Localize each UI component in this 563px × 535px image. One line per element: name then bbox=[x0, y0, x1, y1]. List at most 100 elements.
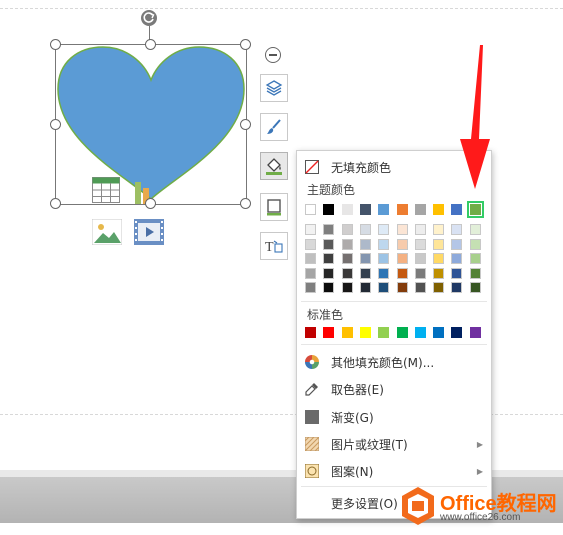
color-swatch[interactable] bbox=[433, 282, 445, 293]
video-icon[interactable] bbox=[134, 219, 164, 245]
color-swatch[interactable] bbox=[359, 204, 371, 215]
color-swatch[interactable] bbox=[378, 253, 390, 264]
resize-handle-tl[interactable] bbox=[50, 39, 61, 50]
color-swatch[interactable] bbox=[378, 238, 390, 250]
gradient-item[interactable]: 渐变(G) bbox=[297, 404, 491, 430]
rotate-line bbox=[149, 26, 150, 40]
color-swatch[interactable] bbox=[433, 238, 445, 250]
color-swatch[interactable] bbox=[414, 327, 426, 338]
submenu-arrow-icon: ▶ bbox=[476, 439, 483, 449]
color-swatch[interactable] bbox=[378, 327, 390, 338]
color-swatch[interactable] bbox=[396, 282, 408, 293]
rotate-handle[interactable] bbox=[141, 10, 157, 26]
color-swatch[interactable] bbox=[359, 253, 371, 264]
color-swatch[interactable] bbox=[451, 267, 463, 279]
color-swatch[interactable] bbox=[414, 224, 426, 235]
color-swatch[interactable] bbox=[305, 253, 316, 264]
other-fill-color-item[interactable]: 其他填充颜色(M)... bbox=[297, 349, 491, 375]
color-swatch[interactable] bbox=[433, 327, 445, 338]
color-swatch[interactable] bbox=[305, 282, 316, 293]
color-swatch[interactable] bbox=[341, 267, 353, 279]
picture-icon[interactable] bbox=[92, 219, 122, 245]
color-swatch[interactable] bbox=[396, 267, 408, 279]
pattern-item[interactable]: 图案(N) ▶ bbox=[297, 458, 491, 484]
color-swatch[interactable] bbox=[359, 327, 371, 338]
eyedropper-item[interactable]: 取色器(E) bbox=[297, 376, 491, 402]
layers-button[interactable] bbox=[260, 74, 288, 102]
color-swatch[interactable] bbox=[469, 238, 481, 250]
color-swatch[interactable] bbox=[396, 238, 408, 250]
office-logo-icon bbox=[402, 487, 434, 525]
color-swatch[interactable] bbox=[451, 282, 463, 293]
color-wheel-icon bbox=[305, 355, 319, 369]
color-swatch[interactable] bbox=[396, 253, 408, 264]
color-swatch[interactable] bbox=[341, 327, 353, 338]
color-swatch[interactable] bbox=[469, 224, 481, 235]
color-swatch[interactable] bbox=[378, 204, 390, 215]
color-swatch[interactable] bbox=[451, 224, 463, 235]
color-swatch[interactable] bbox=[305, 204, 316, 215]
color-swatch[interactable] bbox=[451, 238, 463, 250]
color-swatch[interactable] bbox=[378, 282, 390, 293]
color-swatch[interactable] bbox=[433, 224, 445, 235]
color-swatch[interactable] bbox=[305, 238, 316, 250]
color-swatch[interactable] bbox=[323, 267, 335, 279]
fill-button[interactable] bbox=[260, 152, 288, 180]
color-swatch[interactable] bbox=[359, 267, 371, 279]
color-swatch[interactable] bbox=[414, 204, 426, 215]
color-swatch[interactable] bbox=[341, 224, 353, 235]
picture-texture-item[interactable]: 图片或纹理(T) ▶ bbox=[297, 431, 491, 457]
resize-handle-tr[interactable] bbox=[240, 39, 251, 50]
color-swatch[interactable] bbox=[414, 253, 426, 264]
color-swatch[interactable] bbox=[323, 204, 335, 215]
color-swatch[interactable] bbox=[451, 253, 463, 264]
color-swatch[interactable] bbox=[433, 204, 445, 215]
slide-top-dashed-line bbox=[0, 8, 563, 9]
color-swatch[interactable] bbox=[305, 224, 316, 235]
color-swatch[interactable] bbox=[414, 282, 426, 293]
color-swatch[interactable] bbox=[305, 327, 316, 338]
resize-handle-bl[interactable] bbox=[50, 198, 61, 209]
color-swatch[interactable] bbox=[433, 267, 445, 279]
resize-handle-mr[interactable] bbox=[240, 119, 251, 130]
color-swatch[interactable] bbox=[305, 267, 316, 279]
color-swatch[interactable] bbox=[323, 282, 335, 293]
color-swatch[interactable] bbox=[341, 253, 353, 264]
color-swatch[interactable] bbox=[378, 224, 390, 235]
color-swatch[interactable] bbox=[378, 267, 390, 279]
color-swatch[interactable] bbox=[341, 282, 353, 293]
color-swatch[interactable] bbox=[359, 238, 371, 250]
color-swatch[interactable] bbox=[323, 253, 335, 264]
color-swatch[interactable] bbox=[359, 224, 371, 235]
color-swatch[interactable] bbox=[469, 267, 481, 279]
color-swatch[interactable] bbox=[469, 253, 481, 264]
color-swatch[interactable] bbox=[323, 224, 335, 235]
color-swatch[interactable] bbox=[433, 253, 445, 264]
watermark: Office教程网 www.office26.com bbox=[398, 483, 560, 529]
color-swatch[interactable] bbox=[414, 267, 426, 279]
brush-button[interactable] bbox=[260, 113, 288, 141]
textbox-button[interactable]: T bbox=[260, 232, 288, 260]
color-swatch[interactable] bbox=[451, 204, 463, 215]
color-swatch[interactable] bbox=[414, 238, 426, 250]
color-swatch[interactable] bbox=[323, 238, 335, 250]
color-swatch[interactable] bbox=[469, 282, 481, 293]
outline-button[interactable] bbox=[260, 193, 288, 221]
color-swatch[interactable] bbox=[469, 327, 481, 338]
no-fill-icon bbox=[305, 160, 319, 174]
color-swatch[interactable] bbox=[323, 327, 335, 338]
color-swatch[interactable] bbox=[396, 327, 408, 338]
color-swatch[interactable] bbox=[451, 327, 463, 338]
color-swatch[interactable] bbox=[396, 224, 408, 235]
svg-text:T: T bbox=[265, 240, 274, 255]
resize-handle-bc[interactable] bbox=[145, 198, 156, 209]
color-swatch[interactable] bbox=[341, 204, 353, 215]
color-swatch[interactable] bbox=[466, 201, 484, 218]
color-swatch[interactable] bbox=[341, 238, 353, 250]
color-swatch[interactable] bbox=[359, 282, 371, 293]
minus-circle-icon[interactable] bbox=[265, 47, 281, 63]
resize-handle-ml[interactable] bbox=[50, 119, 61, 130]
color-swatch[interactable] bbox=[396, 204, 408, 215]
resize-handle-tc[interactable] bbox=[145, 39, 156, 50]
resize-handle-br[interactable] bbox=[240, 198, 251, 209]
